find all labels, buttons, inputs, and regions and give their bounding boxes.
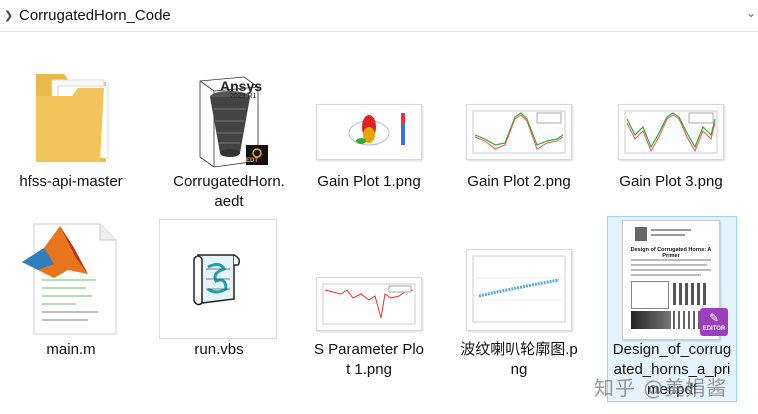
image-thumbnail	[298, 102, 440, 162]
file-name: CorrugatedHorn.aedt	[173, 173, 285, 210]
corrugation-figure	[673, 283, 709, 305]
file-item-gain-plot-3[interactable]: Gain Plot 3.png	[600, 50, 742, 200]
folder-icon	[0, 60, 142, 172]
chevron-down-icon[interactable]: ⌄	[746, 6, 756, 20]
text-line	[631, 269, 711, 271]
pdf-thumb-title: Design of Corrugated Horns: A Primer	[630, 247, 712, 259]
ansys-logo-text: Ansys	[220, 78, 263, 94]
text-line	[651, 234, 685, 236]
pdf-editor-badge-icon: ✎ EDITOR	[700, 308, 728, 336]
address-bar[interactable]: ❯ CorrugatedHorn_Code ⌄	[0, 0, 758, 32]
file-name: hfss-api-master	[19, 173, 123, 190]
image-thumbnail	[298, 276, 440, 332]
file-name: run.vbs	[194, 341, 244, 358]
ansys-version-text: 2023 R1	[230, 93, 257, 100]
file-name: Gain Plot 1.png	[317, 173, 421, 190]
file-name: S Parameter Plot 1.png	[313, 341, 425, 378]
file-name: Gain Plot 3.png	[619, 173, 723, 190]
file-name: Gain Plot 2.png	[467, 173, 571, 190]
watermark: 知乎 @美娟酱	[594, 376, 728, 400]
image-thumbnail	[600, 102, 742, 162]
horn-photo	[631, 311, 671, 329]
file-item-horn-profile[interactable]: 波纹喇叭轮廓图.png	[448, 216, 590, 386]
file-item-run-vbs[interactable]: run.vbs	[148, 216, 290, 366]
text-line	[631, 264, 707, 266]
horn-figure	[631, 281, 669, 309]
file-item-gain-plot-1[interactable]: Gain Plot 1.png	[298, 50, 440, 200]
file-item-main-m[interactable]: main.m	[0, 216, 142, 366]
file-name: 波纹喇叭轮廓图.png	[460, 341, 578, 378]
author-photo	[635, 227, 647, 241]
image-thumbnail	[448, 102, 590, 162]
edt-badge: EDT	[246, 158, 258, 164]
text-line	[631, 274, 701, 276]
breadcrumb[interactable]: CorrugatedHorn_Code	[19, 7, 171, 24]
file-item-s-parameter-plot-1[interactable]: S Parameter Plot 1.png	[298, 216, 440, 386]
text-line	[651, 229, 691, 231]
file-name: main.m	[46, 341, 96, 358]
image-thumbnail	[448, 248, 590, 332]
file-item-gain-plot-2[interactable]: Gain Plot 2.png	[448, 50, 590, 200]
vbs-icon	[158, 218, 278, 340]
file-item-hfss-api-master[interactable]: hfss-api-master	[0, 50, 142, 200]
file-item-corrugatedhorn-aedt[interactable]: Ansys 2023 R1 EDT CorrugatedHorn.aedt	[158, 50, 300, 220]
matlab-icon	[0, 218, 142, 336]
text-line	[631, 259, 711, 261]
chevron-right-icon[interactable]: ❯	[4, 9, 13, 22]
